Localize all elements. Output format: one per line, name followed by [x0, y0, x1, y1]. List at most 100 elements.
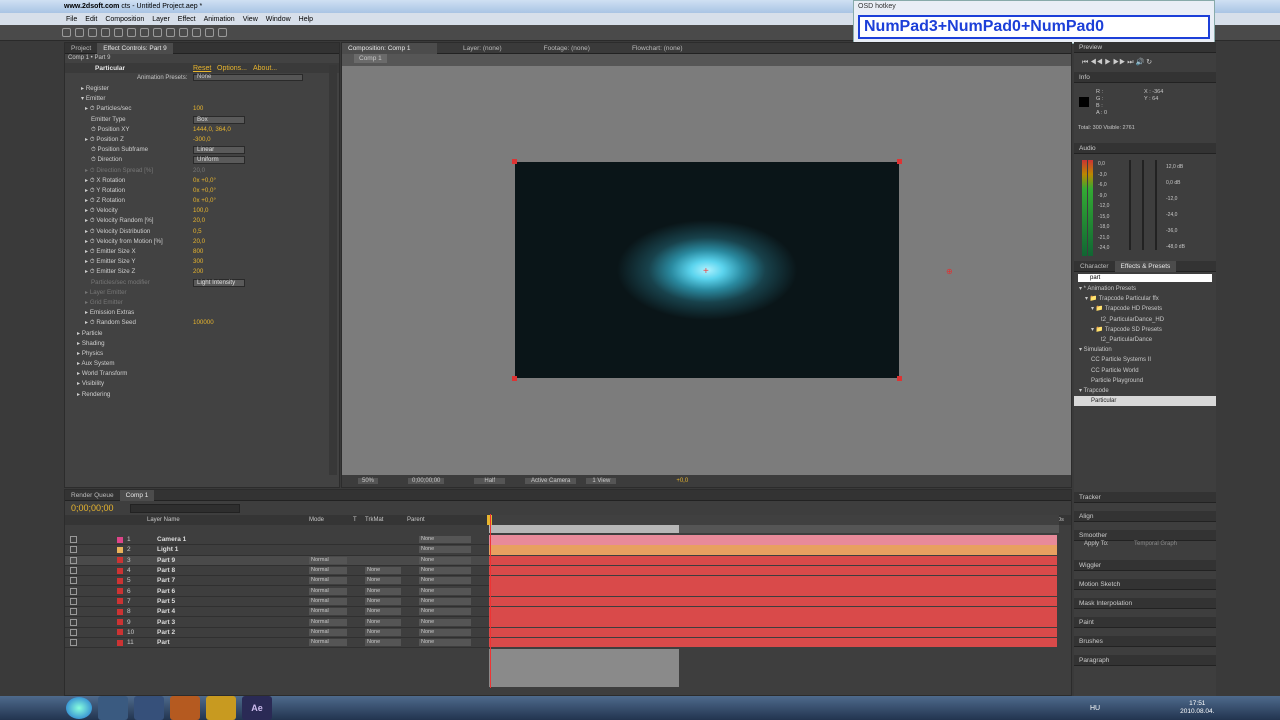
- timeline-layer-row[interactable]: 3 Part 9 Normal None: [65, 555, 489, 566]
- effect-prop-row[interactable]: ▸ ⏱ Velocity from Motion [%] 20,0: [65, 237, 339, 247]
- trkmat-dropdown[interactable]: None: [365, 628, 401, 636]
- parent-dropdown[interactable]: None: [419, 639, 471, 647]
- effects-tree-item[interactable]: t2_ParticularDance_HD: [1074, 315, 1216, 325]
- parent-dropdown[interactable]: None: [419, 597, 471, 605]
- layer-name[interactable]: Part 2: [157, 629, 175, 636]
- blend-mode-dropdown[interactable]: Normal: [309, 577, 347, 585]
- effect-prop-row[interactable]: ▸ Rendering: [65, 390, 339, 400]
- effects-tree-item[interactable]: ▾ Simulation: [1074, 345, 1216, 355]
- timeline-layer-row[interactable]: 2 Light 1 None: [65, 545, 489, 556]
- menu-effect[interactable]: Effect: [178, 16, 196, 23]
- layer-duration-bar[interactable]: [489, 637, 1057, 648]
- tab-project[interactable]: Project: [65, 43, 97, 54]
- layer-name[interactable]: Part 4: [157, 608, 175, 615]
- prop-dropdown[interactable]: Linear: [193, 146, 245, 155]
- clone-tool-icon[interactable]: [192, 28, 201, 37]
- effect-prop-row[interactable]: ▸ ⏱ Emitter Size Z 200: [65, 267, 339, 277]
- tab-composition[interactable]: Composition: Comp 1: [342, 42, 437, 54]
- effect-prop-row[interactable]: ⏱ Position Subframe Linear: [65, 145, 339, 155]
- layer-name[interactable]: Part 3: [157, 619, 175, 626]
- menu-view[interactable]: View: [243, 16, 258, 23]
- resolution-dropdown[interactable]: Half: [474, 478, 506, 484]
- tab-comp1-timeline[interactable]: Comp 1: [119, 489, 155, 501]
- effect-prop-row[interactable]: ▸ Aux System: [65, 359, 339, 369]
- options-link[interactable]: Options...: [217, 65, 247, 72]
- effect-prop-row[interactable]: ▸ Visibility: [65, 379, 339, 389]
- save-icon[interactable]: [134, 696, 164, 720]
- effect-prop-row[interactable]: ▸ Register: [65, 84, 339, 94]
- effect-prop-row[interactable]: ▸ ⏱ Velocity Random [%] 20,0: [65, 216, 339, 226]
- parent-dropdown[interactable]: None: [419, 546, 471, 554]
- layer-duration-bar[interactable]: [489, 596, 1057, 607]
- effect-prop-row[interactable]: ⏱ Position XY 1444,0, 364,0: [65, 125, 339, 135]
- trkmat-dropdown[interactable]: None: [365, 618, 401, 626]
- effects-tree-item[interactable]: ▾ 📁 Trapcode HD Presets: [1074, 304, 1216, 314]
- visibility-eye-icon[interactable]: [70, 577, 77, 585]
- effect-prop-row[interactable]: ⏱ Direction Uniform: [65, 155, 339, 165]
- effects-tree-item[interactable]: CC Particle World: [1074, 366, 1216, 376]
- text-tool-icon[interactable]: [166, 28, 175, 37]
- exposure-value[interactable]: +0,0: [676, 478, 688, 484]
- label-color-swatch[interactable]: [117, 608, 123, 615]
- effect-prop-row[interactable]: ▸ ⏱ Particles/sec 100: [65, 104, 339, 114]
- menu-edit[interactable]: Edit: [85, 16, 97, 23]
- prop-dropdown[interactable]: Uniform: [193, 156, 245, 165]
- brush-tool-icon[interactable]: [179, 28, 188, 37]
- effect-prop-row[interactable]: ▸ ⏱ Random Seed 100000: [65, 318, 339, 328]
- prop-value[interactable]: 100,0: [193, 206, 208, 216]
- layer-name[interactable]: Camera 1: [157, 536, 186, 543]
- apply-to-dropdown[interactable]: Temporal Graph: [1134, 541, 1177, 547]
- panel-header-brushes[interactable]: Brushes: [1074, 636, 1216, 647]
- trkmat-dropdown[interactable]: None: [365, 597, 401, 605]
- menu-window[interactable]: Window: [266, 16, 291, 23]
- tab-effect-controls[interactable]: Effect Controls: Part 9: [97, 42, 173, 54]
- label-color-swatch[interactable]: [117, 577, 123, 584]
- effect-prop-row[interactable]: ▸ ⏱ Velocity 100,0: [65, 206, 339, 216]
- timeline-layer-row[interactable]: 6 Part 6 Normal None None: [65, 586, 489, 597]
- tab-effects-presets[interactable]: Effects & Presets: [1114, 260, 1177, 272]
- effect-prop-row[interactable]: Emitter Type Box: [65, 115, 339, 125]
- layer-duration-bar[interactable]: [489, 555, 1057, 566]
- layer-name[interactable]: Part: [157, 639, 170, 646]
- pen-tool-icon[interactable]: [153, 28, 162, 37]
- prop-value[interactable]: 0x +0,0°: [193, 186, 216, 196]
- zoom-dropdown[interactable]: 50%: [358, 478, 379, 484]
- visibility-eye-icon[interactable]: [70, 618, 77, 626]
- panel-header-wiggler[interactable]: Wiggler: [1074, 560, 1216, 571]
- effects-tree-item[interactable]: ▾ 📁 Trapcode SD Presets: [1074, 325, 1216, 335]
- label-color-swatch[interactable]: [117, 598, 123, 605]
- effects-tree-item[interactable]: Particle Playground: [1074, 376, 1216, 386]
- prop-value[interactable]: 0,5: [193, 227, 202, 237]
- effects-tree-item[interactable]: ▾ Trapcode: [1074, 386, 1216, 396]
- effect-prop-row[interactable]: ▸ ⏱ Position Z -300,0: [65, 135, 339, 145]
- preview-controls[interactable]: ⏮ ◀◀ ▶ ▶▶ ⏭ 🔊 ↻: [1074, 53, 1216, 72]
- layer-duration-bar[interactable]: [489, 586, 1057, 596]
- blend-mode-dropdown[interactable]: Normal: [309, 618, 347, 626]
- parent-dropdown[interactable]: None: [419, 618, 471, 626]
- effect-prop-row[interactable]: ▸ ⏱ Emitter Size X 800: [65, 247, 339, 257]
- hand-tool-icon[interactable]: [75, 28, 84, 37]
- label-color-swatch[interactable]: [117, 546, 123, 553]
- effect-prop-row[interactable]: ▾ Emitter: [65, 94, 339, 104]
- label-color-swatch[interactable]: [117, 557, 123, 564]
- work-area-bar[interactable]: [489, 525, 679, 533]
- panel-header-align[interactable]: Align: [1074, 511, 1216, 522]
- visibility-eye-icon[interactable]: [70, 536, 77, 544]
- effect-prop-row[interactable]: ▸ Grid Emitter: [65, 298, 339, 308]
- tab-layer[interactable]: Layer: (none): [457, 43, 508, 54]
- trkmat-dropdown[interactable]: None: [365, 567, 401, 575]
- firefox-icon[interactable]: [170, 696, 200, 720]
- reset-link[interactable]: Reset: [193, 65, 211, 72]
- prop-value[interactable]: 20,0: [193, 166, 205, 176]
- parent-dropdown[interactable]: None: [419, 587, 471, 595]
- timeline-layer-row[interactable]: 11 Part Normal None None: [65, 638, 489, 649]
- camera-tool-icon[interactable]: [114, 28, 123, 37]
- effect-name[interactable]: Particular: [95, 65, 125, 72]
- effect-prop-row[interactable]: ▸ ⏱ X Rotation 0x +0,0°: [65, 176, 339, 186]
- effects-tree-item[interactable]: t2_ParticularDance: [1074, 335, 1216, 345]
- preview-header[interactable]: Preview: [1074, 42, 1216, 53]
- prop-value[interactable]: 100000: [193, 318, 214, 328]
- timeline-layer-row[interactable]: 7 Part 5 Normal None None: [65, 597, 489, 608]
- layer-duration-bar[interactable]: [489, 565, 1057, 576]
- layer-duration-bar[interactable]: [489, 535, 1057, 545]
